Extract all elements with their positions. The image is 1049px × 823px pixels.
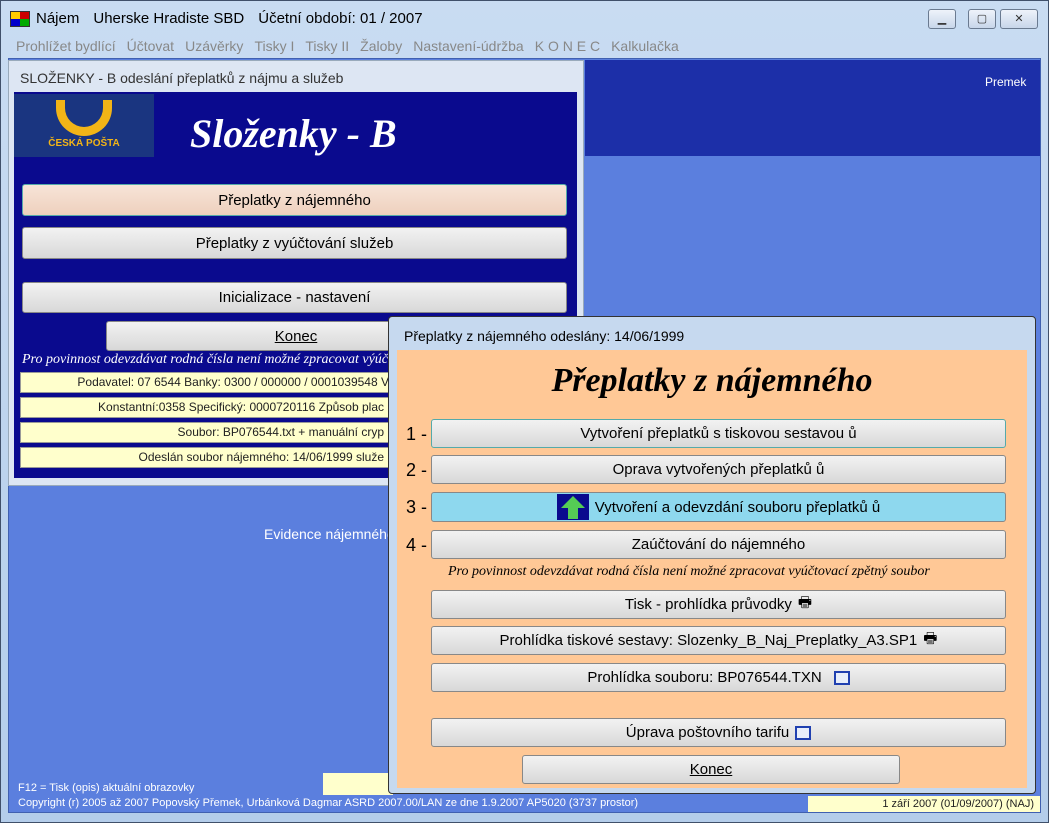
step-number: 3 -: [406, 497, 428, 517]
printer-icon: 🖶: [923, 630, 938, 647]
button-label: Prohlídka tiskové sestavy: Slozenky_B_Na…: [499, 632, 918, 649]
zauctovani-button[interactable]: Zaúčtování do nájemného: [431, 530, 1006, 559]
menu-uzaverky[interactable]: Uzávěrky: [185, 38, 243, 54]
prohlidka-sestavy-button[interactable]: Prohlídka tiskové sestavy: Slozenky_B_Na…: [431, 626, 1006, 655]
date-status: 1 září 2007 (01/09/2007) (NAJ): [808, 796, 1040, 812]
checklist-icon: [795, 725, 812, 740]
step-number: 4 -: [406, 535, 428, 555]
dialog-title: Přeplatky z nájemného odeslány: 14/06/19…: [404, 328, 685, 344]
preplatky-najemneho-button[interactable]: Přeplatky z nájemného: [22, 184, 567, 216]
inicializace-button[interactable]: Inicializace - nastavení: [22, 282, 567, 313]
menu-tisky-1[interactable]: Tisky I: [254, 38, 294, 54]
close-button[interactable]: ✕: [1000, 9, 1038, 29]
dialog-note: Pro povinnost odevzdávat rodná čísla nen…: [448, 564, 930, 579]
menu-kalkulacka[interactable]: Kalkulačka: [611, 38, 679, 54]
green-arrow-up-icon: [556, 494, 589, 520]
period: Účetní období: 01 / 2007: [258, 10, 423, 27]
status-field: [323, 773, 393, 795]
prohlidka-souboru-button[interactable]: Prohlídka souboru: BP076544.TXN: [431, 663, 1006, 692]
maximize-button[interactable]: ▢: [968, 9, 996, 29]
preplatky-sluzeb-button[interactable]: Přeplatky z vyúčtování služeb: [22, 227, 567, 259]
printer-icon: 🖶: [797, 594, 813, 611]
button-label: Úprava poštovního tarifu: [625, 724, 790, 741]
uprava-tarifu-button[interactable]: Úprava poštovního tarifu: [431, 718, 1006, 747]
panel-heading: Složenky - B: [190, 111, 397, 156]
user-name: Premek: [985, 75, 1027, 89]
button-label: Vytvoření a odevzdání souboru přeplatků …: [594, 498, 881, 516]
menu-zaloby[interactable]: Žaloby: [360, 38, 402, 54]
button-label: Prohlídka souboru: BP076544.TXN: [587, 669, 822, 686]
app-name: Nájem: [36, 10, 80, 27]
ceska-posta-logo: ČESKÁ POŠTA: [14, 94, 154, 157]
menu-nastaveni[interactable]: Nastavení-údržba: [413, 38, 524, 54]
minimize-button[interactable]: ▁: [928, 9, 956, 29]
evidence-label: Evidence nájemného: [264, 526, 395, 542]
f12-hint: F12 = Tisk (opis) aktuální obrazovky: [18, 782, 195, 794]
org-name: Uherske Hradiste SBD: [93, 10, 245, 27]
dialog-heading: Přeplatky z nájemného: [551, 362, 873, 399]
title-bar: Nájem Uherske Hradiste SBD Účetní období…: [10, 10, 423, 27]
step-number: 1 -: [406, 424, 428, 444]
logo-text: ČESKÁ POŠTA: [48, 138, 120, 149]
menu-tisky-2[interactable]: Tisky II: [305, 38, 349, 54]
checklist-icon: [833, 670, 850, 685]
header-band: [585, 60, 1040, 156]
copyright: Copyright (r) 2005 až 2007 Popovský Přem…: [18, 797, 639, 809]
app-icon: [10, 10, 30, 27]
menu-prohlizet[interactable]: Prohlížet bydlící: [16, 38, 116, 54]
menu-konec[interactable]: K O N E C: [535, 38, 600, 54]
vytvoreni-preplatku-button[interactable]: Vytvoření přeplatků s tiskovou sestavou …: [431, 419, 1006, 448]
step-number: 2 -: [406, 460, 428, 480]
menu-bar: Prohlížet bydlící Účtovat Uzávěrky Tisky…: [16, 38, 679, 54]
oprava-preplatku-button[interactable]: Oprava vytvořených přeplatků ů: [431, 455, 1006, 484]
menu-uctovat[interactable]: Účtovat: [127, 38, 174, 54]
odevzdani-souboru-button[interactable]: Vytvoření a odevzdání souboru přeplatků …: [431, 492, 1006, 522]
dialog-konec-button[interactable]: Konec: [522, 755, 900, 784]
panel-title: SLOŽENKY - B odeslání přeplatků z nájmu …: [20, 70, 344, 86]
button-label: Tisk - prohlídka průvodky: [624, 596, 792, 613]
tisk-pruvodky-button[interactable]: Tisk - prohlídka průvodky 🖶: [431, 590, 1006, 619]
